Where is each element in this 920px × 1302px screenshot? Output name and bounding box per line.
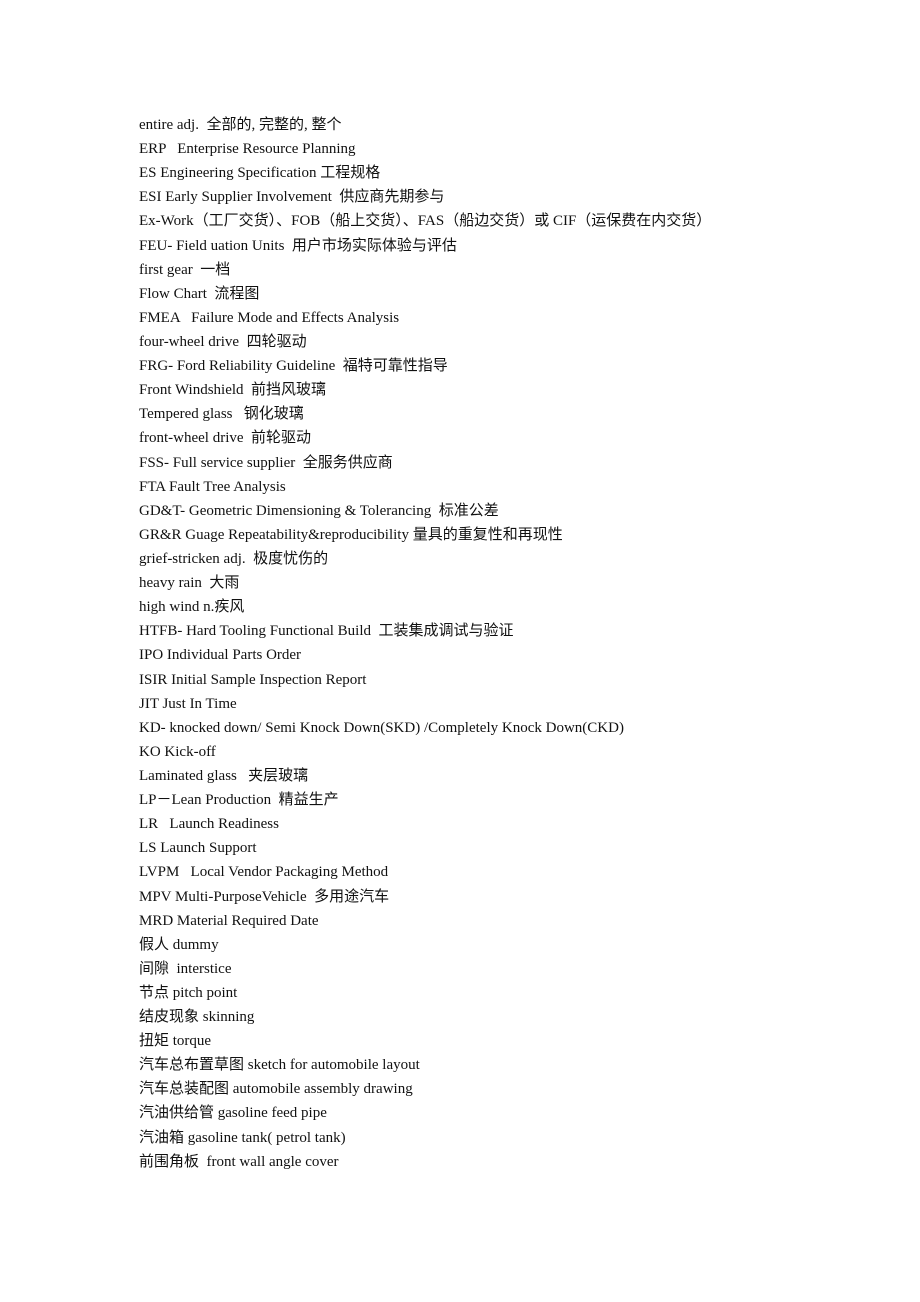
glossary-entry: FMEA Failure Mode and Effects Analysis — [139, 309, 400, 326]
glossary-entry: JIT Just In Time — [139, 695, 237, 712]
glossary-entry: first gear 一档 — [139, 261, 231, 278]
glossary-list: entire adj. 全部的, 完整的, 整个 ERP Enterprise … — [139, 113, 879, 1174]
glossary-entry: ESI Early Supplier Involvement 供应商先期参与 — [139, 189, 445, 206]
glossary-entry: GR&R Guage Repeatability&reproducibility… — [139, 526, 563, 543]
glossary-entry: 前围角板 front wall angle cover — [139, 1153, 339, 1170]
glossary-entry: LP－Lean Production 精益生产 — [139, 792, 339, 809]
glossary-entry: GD&T- Geometric Dimensioning & Toleranci… — [139, 502, 499, 519]
glossary-entry: KD- knocked down/ Semi Knock Down(SKD) /… — [139, 719, 624, 736]
glossary-entry: grief-stricken adj. 极度忧伤的 — [139, 550, 329, 567]
glossary-entry: 汽油供给管 gasoline feed pipe — [139, 1105, 327, 1122]
glossary-entry: 结皮现象 skinning — [139, 1009, 255, 1026]
glossary-entry: MPV Multi-PurposeVehicle 多用途汽车 — [139, 888, 390, 905]
glossary-entry: 节点 pitch point — [139, 984, 238, 1001]
glossary-entry: IPO Individual Parts Order — [139, 647, 302, 664]
glossary-entry: MRD Material Required Date — [139, 912, 319, 929]
glossary-entry: FRG- Ford Reliability Guideline 福特可靠性指导 — [139, 358, 448, 375]
glossary-entry: entire adj. 全部的, 完整的, 整个 — [139, 117, 342, 133]
glossary-entry: front-wheel drive 前轮驱动 — [139, 430, 312, 447]
document-page: entire adj. 全部的, 完整的, 整个 ERP Enterprise … — [0, 0, 920, 1302]
glossary-entry: Ex-Work（工厂交货）、FOB（船上交货）、FAS（船边交货）或 CIF（运… — [139, 213, 712, 230]
glossary-entry: Front Windshield 前挡风玻璃 — [139, 382, 327, 399]
glossary-entry: LS Launch Support — [139, 840, 257, 857]
glossary-entry: FSS- Full service supplier 全服务供应商 — [139, 454, 393, 471]
glossary-entry: HTFB- Hard Tooling Functional Build 工装集成… — [139, 623, 514, 640]
glossary-entry: LVPM Local Vendor Packaging Method — [139, 864, 389, 881]
glossary-entry: ERP Enterprise Resource Planning — [139, 141, 356, 158]
glossary-entry: 汽车总装配图 automobile assembly drawing — [139, 1081, 413, 1098]
glossary-entry: 扭矩 torque — [139, 1033, 212, 1050]
glossary-entry: LR Launch Readiness — [139, 816, 279, 833]
glossary-entry: FEU- Field uation Units 用户市场实际体验与评估 — [139, 237, 457, 254]
glossary-entry: 汽车总布置草图 sketch for automobile layout — [139, 1057, 420, 1074]
glossary-entry: ISIR Initial Sample Inspection Report — [139, 671, 367, 688]
glossary-entry: KO Kick-off — [139, 743, 216, 760]
glossary-entry: 汽油箱 gasoline tank( petrol tank) — [139, 1129, 346, 1146]
glossary-entry: four-wheel drive 四轮驱动 — [139, 333, 307, 350]
glossary-entry: 假人 dummy — [139, 936, 219, 953]
glossary-entry: 间隙 interstice — [139, 960, 232, 977]
glossary-entry: Laminated glass 夹层玻璃 — [139, 767, 309, 784]
glossary-entry: heavy rain 大雨 — [139, 575, 240, 592]
glossary-entry: Tempered glass 钢化玻璃 — [139, 406, 304, 423]
glossary-entry: ES Engineering Specification 工程规格 — [139, 165, 381, 182]
glossary-entry: Flow Chart 流程图 — [139, 285, 260, 302]
glossary-entry: FTA Fault Tree Analysis — [139, 478, 286, 495]
glossary-entry: high wind n.疾风 — [139, 599, 245, 616]
